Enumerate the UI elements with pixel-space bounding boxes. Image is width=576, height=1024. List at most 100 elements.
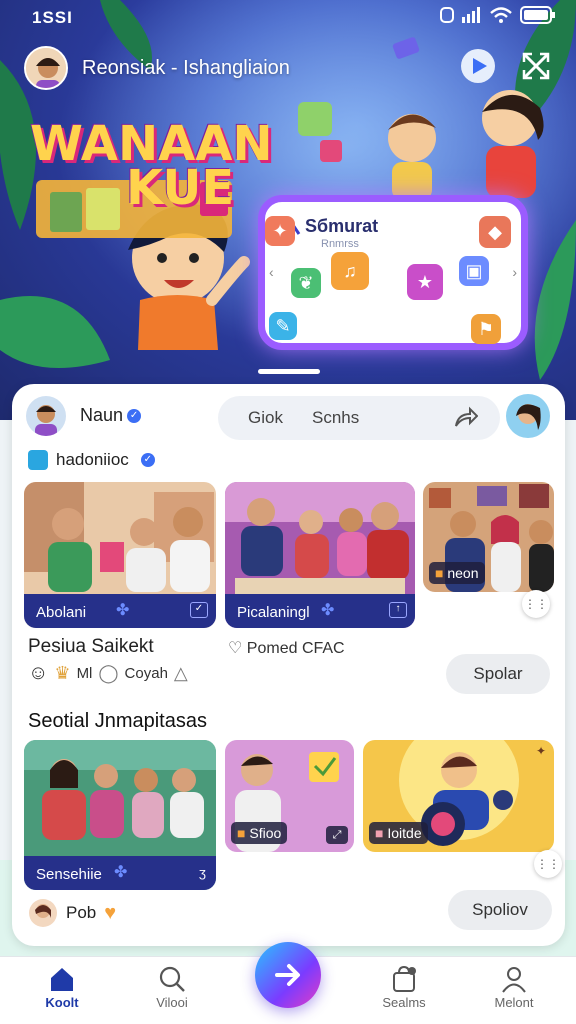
more-button[interactable]: ⋮⋮ (522, 590, 550, 618)
play-icon[interactable] (460, 48, 496, 84)
tag-square-icon: ■ (435, 565, 448, 581)
card-label-bar: Picalaningl (225, 594, 415, 628)
status-time: 1SSI (32, 8, 73, 27)
nav-label: Sealms (382, 995, 426, 1010)
status-icons (440, 6, 556, 24)
avatar-face-icon (26, 48, 66, 88)
app-header: Reonsiak - Ishangliaion (24, 46, 290, 90)
app-tile-icon[interactable]: ✦ (265, 216, 295, 246)
puzzle-icon: ✤ (116, 602, 130, 619)
search-icon (159, 966, 185, 992)
tag-icon (28, 450, 48, 470)
content-sheet: Naun ✓ Giok Scnhs hadoniioc ✓ Abolani ✤ ✓ (12, 384, 565, 946)
user-avatar[interactable] (26, 396, 66, 436)
paint-tile-icon[interactable]: ◆ (479, 216, 511, 248)
flag-tile-icon[interactable]: ⚑ (471, 314, 501, 344)
verified-icon: ✓ (127, 409, 142, 424)
tag-square-icon: ■ (237, 825, 250, 841)
music-tile-icon[interactable]: ♫ (331, 252, 369, 290)
card-label: Abolani (36, 604, 87, 621)
card-abolani[interactable]: Abolani ✤ ✓ (24, 482, 216, 628)
card-label: Sensehiie (36, 866, 102, 883)
puzzle-icon: ✤ (321, 602, 335, 619)
leaf-tile-icon[interactable]: ❦ (291, 268, 321, 298)
pill-option-right[interactable]: Scnhs (312, 408, 359, 428)
wifi-icon (490, 7, 512, 23)
photo-tile-icon[interactable]: ▣ (459, 256, 489, 286)
battery-icon (520, 6, 555, 24)
user-row: Naun ✓ Giok Scnhs (26, 394, 551, 440)
nav-shop[interactable]: Sealms (364, 963, 444, 1010)
card-tag: ■ neon (429, 562, 485, 584)
puzzle-icon: ✤ (114, 864, 128, 881)
card-neon[interactable]: ■ neon (423, 482, 554, 592)
nav-profile[interactable]: Melont (474, 963, 554, 1010)
heart-icon[interactable]: ♡ (228, 640, 247, 657)
bag-icon (393, 965, 416, 992)
face-emoji-icon[interactable]: ☺ (28, 662, 48, 685)
friend-avatar[interactable] (506, 394, 550, 438)
home-icon (51, 968, 73, 991)
sheet-handle[interactable] (258, 369, 320, 374)
user-face-icon (26, 396, 66, 436)
tag-square-icon: ■ (375, 825, 388, 841)
hero-banner: 1SSI Reonsiak - Ishangliaion WANAAN KUE … (0, 0, 576, 420)
card-label: Sfioo (249, 825, 282, 841)
footer-name: Pob (66, 903, 97, 922)
nfc-icon (440, 7, 454, 23)
card-picalaningl[interactable]: Picalaningl ✤ ↑ (225, 482, 415, 628)
arrow-right-icon (275, 964, 300, 986)
expand-icon[interactable] (518, 48, 554, 84)
card-sensehiie[interactable]: Sensehiie ✤ ʒ (24, 740, 216, 890)
cat-emoji-icon[interactable]: ♛ (54, 663, 70, 684)
app-root: 1SSI Reonsiak - Ishangliaion WANAAN KUE … (0, 0, 576, 1024)
nav-search[interactable]: Vilooi (132, 963, 212, 1010)
hero-phone-card[interactable]: Sбmurat Rnmrss ✦ ♫ ❦ ★ ▣ ◆ ⚑ ✎ ‹ › (258, 195, 528, 350)
card-sfioo[interactable]: ■ Sfioo ⤢ (225, 740, 354, 852)
reaction-row: ☺ ♛ Ml ◯ Coyah △ (28, 662, 188, 685)
verified-icon: ✓ (140, 453, 155, 467)
chevron-right-icon[interactable]: › (512, 264, 517, 280)
comment-icon[interactable]: ◯ (98, 663, 118, 684)
chevron-left-icon[interactable]: ‹ (269, 264, 274, 280)
nav-label: Melont (494, 995, 534, 1010)
signal-icon (462, 7, 480, 23)
pill-option-left[interactable]: Giok (248, 408, 283, 428)
friend-face-icon (506, 394, 550, 438)
share-icon[interactable] (450, 404, 478, 432)
tag-label: hadoniioc (56, 450, 129, 469)
post-meta[interactable]: ♡ Pomed CFAC (228, 638, 345, 658)
card-tag: ■ Sfioo (231, 822, 288, 844)
spoliov-button[interactable]: Spoliov (448, 890, 552, 930)
header-avatar[interactable] (24, 46, 68, 90)
nav-label: Vilooi (156, 995, 188, 1010)
bell-icon[interactable]: △ (174, 663, 188, 684)
status-bar: 1SSI (0, 0, 576, 34)
post-title: Pesiua Saikekt (28, 636, 154, 657)
spolar-button[interactable]: Spolar (446, 654, 550, 694)
cards-row-bottom: Sensehiie ✤ ʒ ■ Sfioo ⤢ ■ Ioitde ✦ ⋮⋮ (24, 740, 562, 890)
star-tile-icon[interactable]: ★ (407, 264, 443, 300)
footer-avatar[interactable] (28, 898, 58, 928)
phone-card-subtitle: Rnmrss (321, 238, 359, 250)
nav-home[interactable]: Koolt (22, 963, 102, 1010)
tag-row[interactable]: hadoniioc ✓ (28, 450, 155, 470)
brand-line-2: KUE (126, 160, 235, 216)
user-name: Naun ✓ (80, 405, 142, 426)
bookmark-icon[interactable]: ✓ (190, 602, 208, 618)
post-meta-text: Pomed CFAC (246, 640, 345, 657)
tool-tile-icon[interactable]: ✎ (269, 312, 297, 340)
bookmark-icon[interactable]: ↑ (389, 602, 407, 618)
more-button[interactable]: ⋮⋮ (534, 850, 562, 878)
expand-small-icon[interactable]: ⤢ (326, 826, 348, 844)
share-small-icon[interactable]: ʒ (199, 865, 206, 880)
fab-button[interactable] (255, 942, 321, 1008)
profile-icon (502, 967, 526, 993)
user-name-text: Naun (80, 405, 124, 425)
heart-filled-icon[interactable]: ♥ (104, 902, 116, 925)
segment-pill[interactable]: Giok Scnhs (218, 396, 500, 440)
card-tag: ■ Ioitde (369, 822, 428, 844)
card-ioitde[interactable]: ■ Ioitde ✦ (363, 740, 554, 852)
card-label: Picalaningl (237, 604, 310, 621)
nav-label: Koolt (45, 995, 79, 1010)
